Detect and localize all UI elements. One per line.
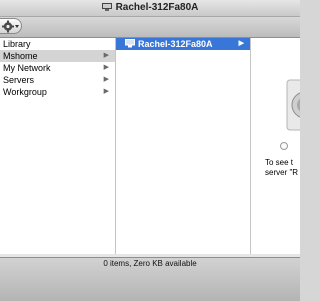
sidebar-item-workgroup[interactable]: Workgroup ▶ xyxy=(0,86,115,98)
sidebar-item-library[interactable]: Library xyxy=(0,38,115,50)
toolbar xyxy=(0,17,300,38)
chevron-down-icon xyxy=(15,25,19,28)
network-computer-icon xyxy=(125,39,135,48)
server-icon xyxy=(286,79,300,131)
disclosure-arrow-icon: ▶ xyxy=(238,40,244,47)
sidebar-column[interactable]: Library Mshome ▶ My Network ▶ Servers ▶ … xyxy=(0,38,116,254)
window-title: Rachel-312Fa80A xyxy=(0,2,300,13)
disclosure-arrow-icon: ▶ xyxy=(103,76,109,83)
sidebar-item-label: Library xyxy=(3,39,31,49)
list-item-label: Rachel-312Fa80A xyxy=(138,39,213,49)
browser-column-2[interactable]: Rachel-312Fa80A ▶ xyxy=(116,38,251,254)
preview-indicator xyxy=(280,142,288,150)
action-menu-button[interactable] xyxy=(0,18,22,34)
status-bar: 0 items, Zero KB available xyxy=(0,257,300,301)
gear-icon xyxy=(2,20,19,33)
network-computer-icon xyxy=(101,3,112,11)
preview-line-2: server "R xyxy=(265,168,299,177)
sidebar-item-mshome[interactable]: Mshome ▶ xyxy=(0,50,115,62)
disclosure-arrow-icon: ▶ xyxy=(103,88,109,95)
preview-line-1: To see t xyxy=(265,158,294,167)
sidebar-item-servers[interactable]: Servers ▶ xyxy=(0,74,115,86)
list-item-rachel[interactable]: Rachel-312Fa80A ▶ xyxy=(116,38,250,50)
sidebar-item-label: My Network xyxy=(3,63,51,73)
preview-message: To see t server "R xyxy=(265,158,300,178)
window-title-text: Rachel-312Fa80A xyxy=(115,2,199,13)
sidebar-item-label: Mshome xyxy=(3,51,38,61)
disclosure-arrow-icon: ▶ xyxy=(103,52,109,59)
status-text: 0 items, Zero KB available xyxy=(103,259,197,268)
column-browser: Library Mshome ▶ My Network ▶ Servers ▶ … xyxy=(0,38,300,254)
sidebar-item-label: Servers xyxy=(3,75,35,85)
sidebar-item-label: Workgroup xyxy=(3,87,47,97)
preview-column: To see t server "R xyxy=(251,38,300,254)
title-bar[interactable]: Rachel-312Fa80A xyxy=(0,0,300,17)
disclosure-arrow-icon: ▶ xyxy=(103,64,109,71)
finder-window: Rachel-312Fa80A Library Mshome ▶ My Netw… xyxy=(0,0,300,301)
sidebar-item-my-network[interactable]: My Network ▶ xyxy=(0,62,115,74)
